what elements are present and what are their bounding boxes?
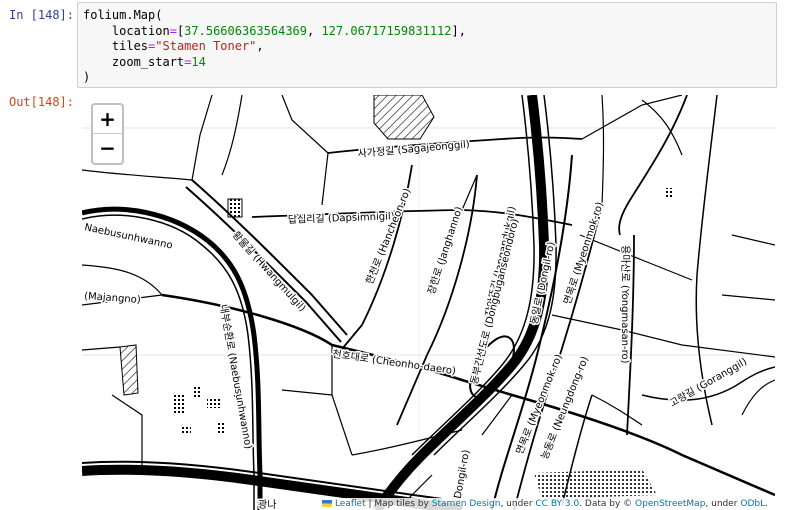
- code-zoom-value: 14: [191, 54, 206, 69]
- leaflet-link[interactable]: Leaflet: [335, 499, 366, 509]
- label-yongmasan-ro: 용마산로 (Yongmasan-ro): [619, 245, 631, 364]
- code-latitude: 37.56606363564369: [184, 23, 307, 38]
- label-dongil-ro-2: (Dongil-ro): [452, 449, 472, 504]
- road-right-arterial: [618, 95, 688, 236]
- osm-link[interactable]: OpenStreetMap: [635, 499, 705, 509]
- map-tiles[interactable]: 사가정길 (Sagajeonggil) 답십리길 (Dapsimnigil) N…: [82, 95, 775, 510]
- code-tiles-key: tiles: [111, 39, 149, 53]
- label-bottom-partial: 광나: [258, 499, 276, 510]
- dotted-area-bottom: [534, 469, 657, 499]
- input-prompt: In [148]:: [8, 8, 74, 22]
- stamen-link[interactable]: Stamen Design: [432, 499, 501, 509]
- code-tiles-value: "Stamen Toner": [155, 39, 257, 53]
- zoom-control: + −: [91, 103, 124, 165]
- ccby-link[interactable]: CC BY 3.0: [535, 499, 579, 509]
- zoom-in-button[interactable]: +: [93, 105, 122, 134]
- code-cell-input[interactable]: folium.Map( location=[37.56606363564369,…: [77, 2, 777, 88]
- map-output[interactable]: 사가정길 (Sagajeonggil) 답십리길 (Dapsimnigil) N…: [82, 95, 775, 510]
- zoom-out-button[interactable]: −: [93, 134, 122, 162]
- label-janghanno: 장한로 (Janghanno): [425, 205, 465, 296]
- hatched-area-left: [119, 344, 139, 396]
- label-hwangmulgil: 황물길 (Hwangmulgil): [230, 228, 309, 314]
- label-dapsimnigil: 답십리길 (Dapsimnigil): [288, 209, 395, 226]
- code-line-1: folium.Map(: [83, 8, 163, 22]
- hatched-area-top: [373, 95, 435, 140]
- dotted-block-right: [665, 188, 673, 198]
- label-goranggil: 고랑길 (Goranggil): [667, 355, 749, 410]
- map-attribution: Leaflet | Map tiles by Stamen Design, un…: [317, 498, 772, 510]
- odbl-link[interactable]: ODbL: [740, 499, 765, 509]
- campus-buildings: [174, 385, 240, 435]
- label-naebusunhwanno: Naebusunhwanno: [83, 222, 173, 251]
- code-line-5: ): [83, 70, 91, 84]
- label-sagajeonggil: 사가정길 (Sagajeonggil): [357, 137, 470, 160]
- label-cheonho-daero: 천호대로 (Cheonho-daero): [332, 348, 457, 377]
- label-myeonmok-ro: 면목로 (Myeonmok-ro): [561, 200, 606, 306]
- road-janghanno: [396, 174, 478, 426]
- code-location-key: location: [111, 23, 170, 38]
- code-longitude: 127.06717159831112: [321, 23, 452, 38]
- output-prompt: Out[148]:: [8, 95, 74, 109]
- label-hancheon-ro: 한천로 (Hancheon-ro): [364, 186, 414, 286]
- code-text[interactable]: folium.Map( location=[37.56606363564369,…: [83, 8, 466, 86]
- ukraine-flag-icon: [321, 500, 332, 507]
- code-zoom-key: zoom_start: [111, 54, 185, 69]
